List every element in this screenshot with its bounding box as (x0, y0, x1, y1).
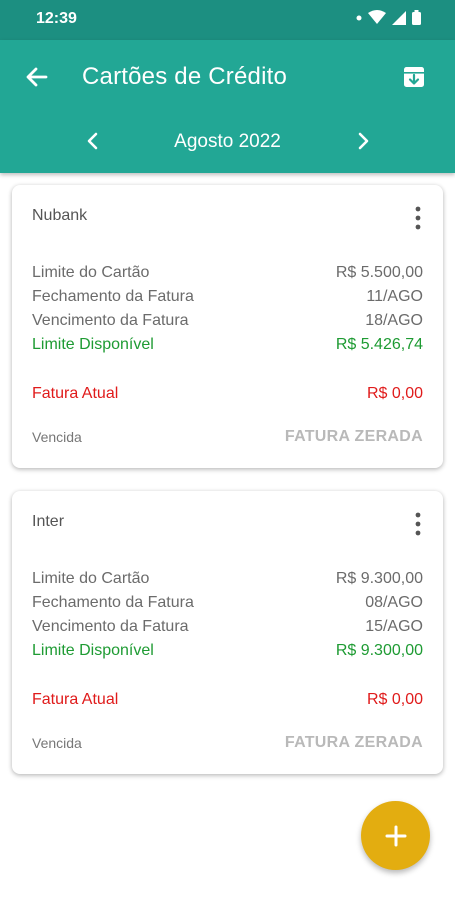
chevron-right-icon[interactable] (352, 130, 374, 152)
closing-row: Fechamento da Fatura 08/AGO (32, 593, 423, 613)
invoice-status-row: Vencida FATURA ZERADA (32, 733, 423, 753)
available-limit-row: Limite Disponível R$ 9.300,00 (32, 641, 423, 661)
invoice-status-value: FATURA ZERADA (284, 734, 423, 751)
limit-label: Limite do Cartão (32, 570, 150, 587)
back-arrow-icon[interactable] (22, 62, 52, 92)
due-label: Vencimento da Fatura (32, 312, 189, 329)
limit-row: Limite do Cartão R$ 9.300,00 (32, 569, 423, 589)
archive-download-icon[interactable] (399, 62, 429, 92)
due-row: Vencimento da Fatura 15/AGO (32, 617, 423, 637)
limit-value: R$ 5.500,00 (335, 264, 423, 281)
current-invoice-label: Fatura Atual (32, 691, 119, 708)
status-time: 12:39 (36, 10, 77, 27)
more-vertical-icon[interactable] (411, 205, 425, 231)
due-value: 15/AGO (365, 618, 423, 635)
closing-label: Fechamento da Fatura (32, 288, 194, 305)
add-card-button[interactable] (361, 801, 430, 870)
battery-icon (412, 10, 421, 25)
status-bar: 12:39 (0, 0, 455, 40)
credit-card-item-inter[interactable]: Inter Limite do Cartão R$ 9.300,00 Fecha… (12, 491, 443, 774)
credit-card-item-nubank[interactable]: Nubank Limite do Cartão R$ 5.500,00 Fech… (12, 185, 443, 468)
current-invoice-value: R$ 0,00 (366, 691, 423, 708)
signal-icon (392, 10, 406, 25)
due-label: Vencimento da Fatura (32, 618, 189, 635)
page-title: Cartões de Crédito (82, 63, 288, 90)
limit-label: Limite do Cartão (32, 264, 150, 281)
dot-icon (356, 15, 362, 20)
current-invoice-row: Fatura Atual R$ 0,00 (32, 690, 423, 710)
card-name: Inter (32, 513, 65, 530)
month-label: Agosto 2022 (174, 131, 281, 152)
available-limit-value: R$ 5.426,74 (335, 336, 423, 353)
current-invoice-row: Fatura Atual R$ 0,00 (32, 384, 423, 404)
invoice-status-label: Vencida (32, 429, 82, 445)
limit-row: Limite do Cartão R$ 5.500,00 (32, 263, 423, 283)
limit-value: R$ 9.300,00 (335, 570, 423, 587)
available-limit-label: Limite Disponível (32, 642, 154, 659)
closing-label: Fechamento da Fatura (32, 594, 194, 611)
more-vertical-icon[interactable] (411, 511, 425, 537)
due-row: Vencimento da Fatura 18/AGO (32, 311, 423, 331)
wifi-icon (368, 10, 386, 24)
plus-icon (385, 825, 406, 846)
closing-value: 11/AGO (366, 288, 423, 305)
app-bar: Cartões de Crédito Agosto 2022 (0, 40, 455, 173)
invoice-status-value: FATURA ZERADA (284, 428, 423, 445)
available-limit-label: Limite Disponível (32, 336, 154, 353)
due-value: 18/AGO (365, 312, 423, 329)
status-icons (356, 10, 421, 25)
card-name: Nubank (32, 207, 88, 224)
available-limit-value: R$ 9.300,00 (335, 642, 423, 659)
current-invoice-value: R$ 0,00 (366, 385, 423, 402)
available-limit-row: Limite Disponível R$ 5.426,74 (32, 335, 423, 355)
current-invoice-label: Fatura Atual (32, 385, 119, 402)
invoice-status-row: Vencida FATURA ZERADA (32, 427, 423, 447)
invoice-status-label: Vencida (32, 735, 82, 751)
closing-value: 08/AGO (365, 594, 423, 611)
closing-row: Fechamento da Fatura 11/AGO (32, 287, 423, 307)
